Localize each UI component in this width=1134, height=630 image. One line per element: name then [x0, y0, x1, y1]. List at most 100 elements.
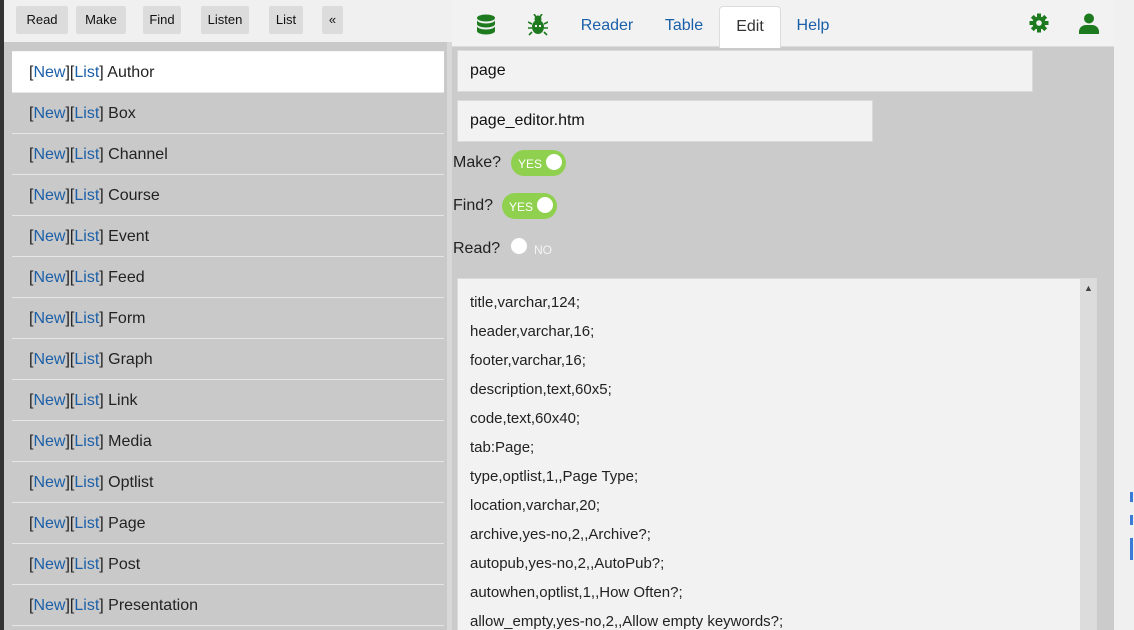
new-link[interactable]: New — [33, 392, 65, 409]
list-link[interactable]: List — [74, 351, 99, 368]
database-icon[interactable] — [476, 14, 496, 41]
list-link[interactable]: List — [74, 597, 99, 614]
schema-line: footer,varchar,16; — [470, 352, 586, 369]
list-link[interactable]: List — [74, 64, 99, 81]
toggle-knob — [511, 238, 527, 254]
entity-list: [New][List] Author [New][List] Box [New][L… — [12, 51, 444, 626]
template-file-field[interactable]: page_editor.htm — [457, 100, 873, 142]
entity-row[interactable]: [New][List] Course — [12, 175, 444, 216]
new-link[interactable]: New — [33, 556, 65, 573]
list-link[interactable]: List — [74, 228, 99, 245]
list-link[interactable]: List — [74, 556, 99, 573]
list-link[interactable]: List — [74, 433, 99, 450]
toggle-knob — [546, 154, 562, 170]
schema-line: code,text,60x40; — [470, 410, 581, 427]
make-toggle-label: Make? — [453, 154, 502, 171]
entity-row[interactable]: [New][List] Graph — [12, 339, 444, 380]
listen-button[interactable]: Listen — [201, 6, 249, 34]
main-toolbar: Read Make Find Listen List « — [4, 0, 452, 42]
entity-row[interactable]: [New][List] Box — [12, 93, 444, 134]
new-link[interactable]: New — [33, 146, 65, 163]
list-link[interactable]: List — [74, 392, 99, 409]
entity-row[interactable]: [New][List] Channel — [12, 134, 444, 175]
entity-name: Form — [108, 310, 146, 327]
entity-row[interactable]: [New][List] Optlist — [12, 462, 444, 503]
tab-help[interactable]: Help — [792, 6, 834, 46]
list-link[interactable]: List — [74, 187, 99, 204]
schema-line: autopub,yes-no,2,,AutoPub?; — [470, 555, 665, 572]
window-edge-mark — [1130, 538, 1133, 560]
entity-name: Event — [108, 228, 150, 245]
schema-editor[interactable]: title,varchar,124; header,varchar,16; foot… — [457, 278, 1097, 630]
entity-row[interactable]: [New][List] Event — [12, 216, 444, 257]
find-toggle-state: YES — [509, 200, 534, 214]
entity-name: Author — [107, 64, 155, 81]
list-link[interactable]: List — [74, 474, 99, 491]
new-link[interactable]: New — [33, 351, 65, 368]
entity-name: Box — [108, 105, 136, 122]
schema-line: autowhen,optlist,1,,How Often?; — [470, 584, 683, 601]
find-toggle[interactable]: YES — [502, 193, 557, 219]
new-link[interactable]: New — [33, 310, 65, 327]
window-edge — [0, 0, 4, 630]
entity-name: Post — [108, 556, 141, 573]
new-link[interactable]: New — [33, 474, 65, 491]
make-toggle[interactable]: YES — [511, 150, 566, 176]
schema-line: archive,yes-no,2,,Archive?; — [470, 526, 651, 543]
schema-lines: title,varchar,124; header,varchar,16; foot… — [470, 291, 783, 630]
schema-line: type,optlist,1,,Page Type; — [470, 468, 639, 485]
window-edge-mark — [1130, 492, 1133, 502]
tab-table[interactable]: Table — [659, 6, 709, 46]
list-link[interactable]: List — [74, 269, 99, 286]
scroll-up-icon[interactable]: ▲ — [1084, 283, 1093, 293]
new-link[interactable]: New — [33, 515, 65, 532]
entity-name: Optlist — [108, 474, 154, 491]
tab-edit[interactable]: Edit — [719, 6, 781, 48]
entity-name: Channel — [108, 146, 168, 163]
list-link[interactable]: List — [74, 310, 99, 327]
entity-name: Link — [108, 392, 138, 409]
gear-icon[interactable] — [1029, 13, 1049, 38]
find-toggle-label: Find? — [453, 197, 494, 214]
make-button[interactable]: Make — [76, 6, 126, 34]
new-link[interactable]: New — [33, 105, 65, 122]
window-edge-mark — [1130, 515, 1133, 525]
new-link[interactable]: New — [33, 269, 65, 286]
entity-row[interactable]: [New][List] Media — [12, 421, 444, 462]
entity-row[interactable]: [New][List] Page — [12, 503, 444, 544]
entity-row[interactable]: [New][List] Form — [12, 298, 444, 339]
toggle-knob — [537, 197, 553, 213]
read-toggle-state: NO — [534, 243, 552, 257]
read-button[interactable]: Read — [16, 6, 68, 34]
schema-line: header,varchar,16; — [470, 323, 595, 340]
entity-name: Page — [108, 515, 146, 532]
read-toggle[interactable]: NO — [510, 234, 560, 260]
entity-row[interactable]: [New][List] Link — [12, 380, 444, 421]
collapse-button[interactable]: « — [322, 6, 343, 34]
background-window-strip — [1114, 0, 1134, 630]
user-icon[interactable] — [1079, 13, 1099, 39]
new-link[interactable]: New — [33, 433, 65, 450]
entity-row[interactable]: [New][List] Feed — [12, 257, 444, 298]
entity-row[interactable]: [New][List] Post — [12, 544, 444, 585]
new-link[interactable]: New — [33, 187, 65, 204]
make-toggle-state: YES — [518, 157, 543, 171]
tab-reader[interactable]: Reader — [578, 6, 636, 46]
table-name-field[interactable]: page — [457, 50, 1033, 92]
find-button[interactable]: Find — [143, 6, 181, 34]
bug-icon[interactable] — [527, 13, 549, 41]
new-link[interactable]: New — [33, 597, 65, 614]
new-link[interactable]: New — [33, 64, 65, 81]
list-link[interactable]: List — [74, 105, 99, 122]
schema-line: title,varchar,124; — [470, 294, 581, 311]
entity-row[interactable]: [New][List] Presentation — [12, 585, 444, 626]
list-link[interactable]: List — [74, 146, 99, 163]
entity-row[interactable]: [New][List] Author — [12, 52, 444, 93]
new-link[interactable]: New — [33, 228, 65, 245]
list-button[interactable]: List — [269, 6, 303, 34]
editor-scrollbar[interactable]: ▲ — [1080, 279, 1096, 630]
schema-line: tab:Page; — [470, 439, 535, 456]
schema-line: description,text,60x5; — [470, 381, 612, 398]
list-link[interactable]: List — [74, 515, 99, 532]
nav-bar: Reader Table Edit Help — [452, 0, 1114, 48]
